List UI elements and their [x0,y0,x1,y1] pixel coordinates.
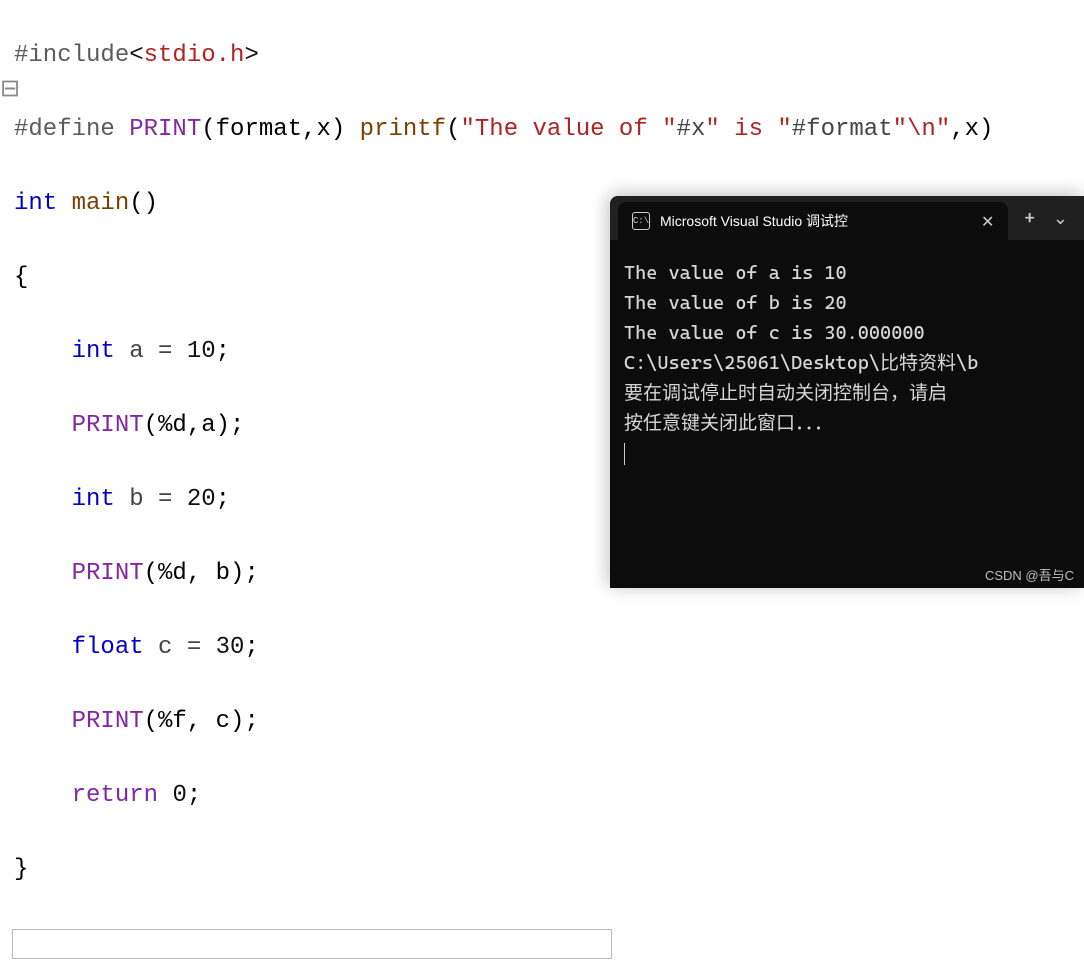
string-literal: "The value of " [461,116,677,143]
semicolon: ; [216,338,230,365]
keyword-int: int [72,486,130,513]
debug-console-window: C:\ Microsoft Visual Studio 调试控 ✕ + ⌄ Th… [610,196,1084,588]
keyword-int: int [14,190,72,217]
number-literal: 10 [187,338,216,365]
angle-open: < [129,42,143,69]
code-line: #define PRINT(format,x) printf("The valu… [14,111,1084,148]
macro-call: PRINT [72,412,144,439]
fold-main-icon[interactable]: ⊟ [0,74,20,104]
close-tab-icon[interactable]: ✕ [981,212,994,231]
preproc-directive: #include [14,42,129,69]
macro-params: (format,x) [201,116,359,143]
output-line: The value of c is 30.000000 [624,318,1074,348]
code-line: } [14,851,1084,888]
string-literal: " is " [705,116,791,143]
indent [14,634,72,661]
semicolon: ; [216,486,230,513]
terminal-cursor [624,443,625,465]
hash-param: #format [792,116,893,143]
code-line: PRINT(%f, c); [14,703,1084,740]
code-line: return 0; [14,777,1084,814]
indent [14,486,72,513]
keyword-float: float [72,634,158,661]
number-literal: 20 [187,486,216,513]
semicolon: ; [187,782,201,809]
tab-dropdown-icon[interactable]: ⌄ [1053,208,1068,229]
number-literal: 0 [172,782,186,809]
identifier: a = [129,338,187,365]
keyword-return: return [72,782,173,809]
terminal-actions: + ⌄ [1008,196,1084,240]
func-call: printf [360,116,446,143]
output-line: 按任意键关闭此窗口．．． [624,408,1074,438]
watermark-text: CSDN @吾与C [985,565,1074,584]
macro-args: (%d, b); [144,560,259,587]
parens: () [129,190,158,217]
output-line: C:\Users\25061\Desktop\比特资料\b [624,348,1074,378]
code-line: float c = 30; [14,629,1084,666]
header-name: stdio.h [144,42,245,69]
output-line: 要在调试停止时自动关闭控制台，请启 [624,378,1074,408]
macro-args: (%d,a); [144,412,245,439]
identifier: c = [158,634,216,661]
macro-name: PRINT [129,116,201,143]
identifier: b = [129,486,187,513]
brace-close: } [14,856,28,883]
terminal-tab[interactable]: C:\ Microsoft Visual Studio 调试控 ✕ [618,202,1008,240]
string-literal: "\n" [893,116,951,143]
indent [14,560,72,587]
indent [14,782,72,809]
func-main: main [72,190,130,217]
paren-open: ( [446,116,460,143]
indent [14,708,72,735]
macro-args: (%f, c); [144,708,259,735]
new-tab-button[interactable]: + [1024,208,1035,229]
number-literal: 30 [216,634,245,661]
brace-open: { [14,264,28,291]
terminal-tab-title: Microsoft Visual Studio 调试控 [660,211,971,231]
code-line: #include<stdio.h> [14,37,1084,74]
indent [14,338,72,365]
macro-call: PRINT [72,708,144,735]
terminal-output[interactable]: The value of a is 10The value of b is 20… [610,240,1084,478]
cmd-icon: C:\ [632,212,650,230]
semicolon: ; [244,634,258,661]
output-line: The value of a is 10 [624,258,1074,288]
indent [14,412,72,439]
keyword-int: int [72,338,130,365]
current-line-highlight [12,929,612,959]
terminal-titlebar[interactable]: C:\ Microsoft Visual Studio 调试控 ✕ + ⌄ [610,196,1084,240]
hash-param: #x [677,116,706,143]
output-line: The value of b is 20 [624,288,1074,318]
args-rest: ,x) [950,116,993,143]
preproc-directive: #define [14,116,129,143]
macro-call: PRINT [72,560,144,587]
angle-close: > [244,42,258,69]
